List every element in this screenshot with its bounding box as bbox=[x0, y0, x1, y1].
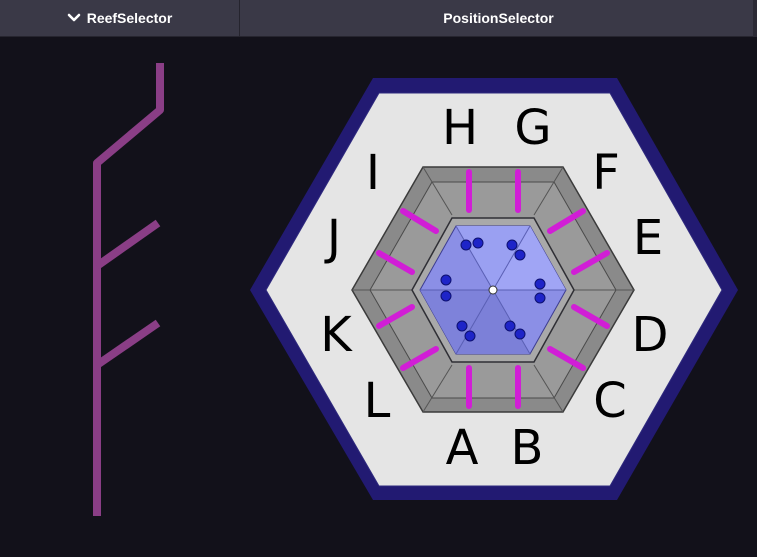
tab-position-selector[interactable]: PositionSelector bbox=[240, 0, 757, 37]
tab-reef-selector-label: ReefSelector bbox=[86, 10, 173, 26]
reef-branch-level-2 bbox=[94, 219, 161, 270]
chevron-down-icon bbox=[67, 13, 81, 23]
position-label-d[interactable]: D bbox=[632, 307, 669, 363]
position-label-a[interactable]: A bbox=[446, 420, 479, 476]
position-label-c[interactable]: C bbox=[593, 373, 627, 429]
position-label-j[interactable]: J bbox=[324, 210, 341, 266]
position-label-i[interactable]: I bbox=[366, 145, 380, 201]
tab-reef-selector[interactable]: ReefSelector bbox=[0, 0, 240, 37]
reef-branch-trunk bbox=[93, 63, 164, 516]
selector-panel: A B C D E F G H I J K L bbox=[0, 38, 757, 552]
position-label-b[interactable]: B bbox=[511, 420, 544, 476]
tab-bar-edge bbox=[753, 0, 757, 37]
position-label-g[interactable]: G bbox=[514, 100, 551, 156]
tab-position-selector-label: PositionSelector bbox=[443, 10, 554, 26]
reef-branch-level-3 bbox=[94, 319, 161, 369]
reef-branch-selector[interactable] bbox=[93, 63, 164, 516]
position-label-h[interactable]: H bbox=[442, 100, 478, 156]
reef-diagram: A B C D E F G H I J K L bbox=[93, 63, 738, 516]
position-label-l[interactable]: L bbox=[364, 373, 391, 429]
tab-bar: ReefSelector PositionSelector bbox=[0, 0, 757, 38]
position-label-e[interactable]: E bbox=[633, 210, 663, 266]
position-label-k[interactable]: K bbox=[320, 307, 353, 363]
position-label-f[interactable]: F bbox=[592, 145, 620, 201]
